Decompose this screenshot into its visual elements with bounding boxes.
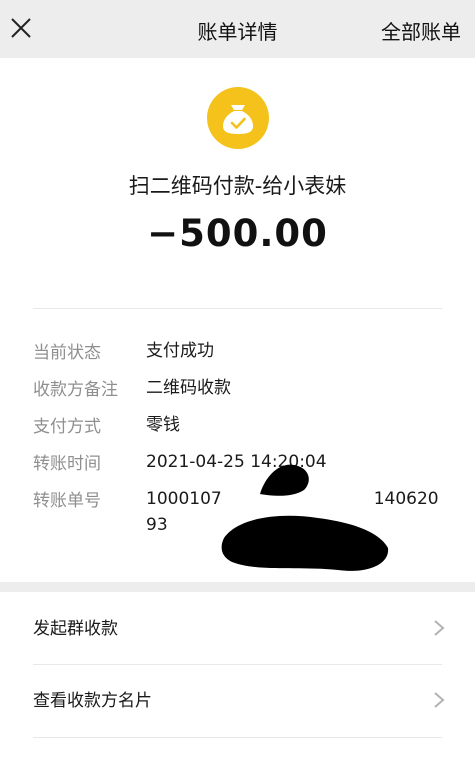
detail-label: 当前状态: [33, 343, 101, 363]
transfer-number-end: 140620: [373, 489, 439, 509]
money-bag-icon: [207, 87, 269, 149]
chevron-right-icon: [434, 620, 445, 636]
merchant-name: 扫二维码付款-给小表妹: [128, 174, 347, 198]
transfer-number-line2: 93: [146, 515, 168, 535]
amount: −500.00: [147, 212, 328, 255]
detail-value: 1000107 140620 93: [146, 486, 466, 538]
chevron-right-icon: [434, 692, 445, 708]
detail-value: 支付成功: [146, 341, 214, 361]
group-collect-button[interactable]: 发起群收款: [0, 592, 475, 664]
top-bar: 账单详情 全部账单: [0, 0, 475, 58]
bill-detail-page: 账单详情 全部账单 扫二维码付款-给小表妹 −500.00 当前状态 支付成功 …: [0, 0, 475, 760]
transfer-number-start: 1000107: [146, 489, 222, 509]
detail-label: 转账时间: [33, 454, 101, 474]
detail-value: 2021-04-25 14:20:04: [146, 452, 327, 472]
detail-value: 零钱: [146, 415, 180, 435]
list-item-label: 查看收款方名片: [33, 691, 152, 711]
action-list: 发起群收款 查看收款方名片: [0, 592, 475, 760]
transaction-card: 扫二维码付款-给小表妹 −500.00 当前状态 支付成功 收款方备注 二维码收…: [0, 58, 475, 582]
view-payee-card-button[interactable]: 查看收款方名片: [0, 664, 475, 736]
detail-value: 二维码收款: [146, 378, 231, 398]
list-item-label: 发起群收款: [33, 619, 118, 639]
all-bills-link[interactable]: 全部账单: [381, 16, 461, 45]
divider: [33, 737, 442, 738]
detail-label: 支付方式: [33, 417, 101, 437]
divider: [33, 308, 442, 309]
detail-label: 转账单号: [33, 491, 101, 511]
detail-label: 收款方备注: [33, 380, 118, 400]
